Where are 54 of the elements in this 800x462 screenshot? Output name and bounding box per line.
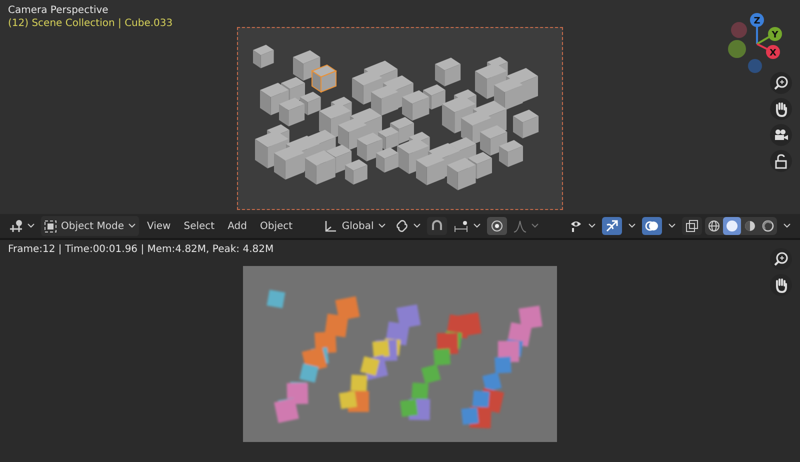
gizmo-icon [605, 219, 620, 233]
axis-dot[interactable] [766, 45, 780, 59]
caret-icon [588, 223, 596, 229]
mode-dropdown[interactable]: Object Mode [41, 216, 139, 236]
menu-item[interactable]: Select [178, 220, 220, 232]
zoom-icon[interactable] [770, 248, 792, 270]
axis-dot[interactable] [768, 27, 782, 41]
overlay-icon [645, 219, 660, 233]
gizmo-toggle[interactable] [602, 217, 622, 235]
axis-label: Y [772, 30, 778, 40]
unlock-icon[interactable] [770, 150, 792, 172]
orientation-dropdown[interactable]: Global [320, 216, 389, 236]
magnet-icon [430, 219, 444, 233]
target-icon [490, 220, 503, 232]
axis-dot[interactable] [750, 13, 764, 27]
curve-icon [512, 219, 527, 233]
3d-viewport[interactable]: Camera Perspective (12) Scene Collection | Cube.033 Z Y X [0, 0, 800, 214]
proportional-toggle[interactable] [486, 217, 507, 235]
squares-icon [685, 219, 700, 233]
menu-item[interactable]: Add [222, 220, 252, 232]
axis-gizmo[interactable]: Z Y X [727, 4, 797, 74]
render-status: Frame:12 | Time:00:01.96 | Mem:4.82M, Peak: 4.82M [8, 244, 274, 255]
menu-item[interactable]: Object [254, 220, 298, 232]
overlay-toggle[interactable] [642, 217, 662, 235]
caret-icon [27, 223, 35, 229]
globe-icon [708, 220, 720, 232]
axes-icon [324, 219, 338, 233]
object-icon [44, 220, 57, 232]
caret-icon [378, 223, 386, 229]
snap-icon [452, 219, 469, 233]
caret-icon [783, 223, 792, 229]
view-title: Camera Perspective [8, 5, 110, 16]
caret-icon [412, 223, 421, 229]
axis-label: Z [754, 16, 760, 26]
axis-label: X [770, 48, 776, 58]
snap-toggle[interactable] [426, 217, 447, 235]
caret-icon [472, 223, 481, 229]
menu-item[interactable]: View [142, 220, 176, 232]
zoom-icon[interactable] [770, 72, 792, 94]
caret-icon [668, 223, 676, 229]
camera-icon[interactable] [770, 124, 792, 146]
half-sphere-icon [744, 220, 756, 232]
collection-label: (12) Scene Collection | Cube.033 [8, 18, 173, 29]
sphere-icon [726, 220, 738, 232]
editor-icon [9, 219, 23, 233]
xray-toggle[interactable] [682, 217, 702, 235]
ring-icon [762, 220, 774, 232]
shading-button[interactable] [723, 217, 742, 235]
hand-icon[interactable] [770, 98, 792, 120]
link-icon [394, 219, 409, 233]
caret-icon [128, 223, 136, 229]
caret-icon [628, 223, 636, 229]
caret-icon [530, 223, 539, 229]
hand-icon[interactable] [770, 274, 792, 296]
